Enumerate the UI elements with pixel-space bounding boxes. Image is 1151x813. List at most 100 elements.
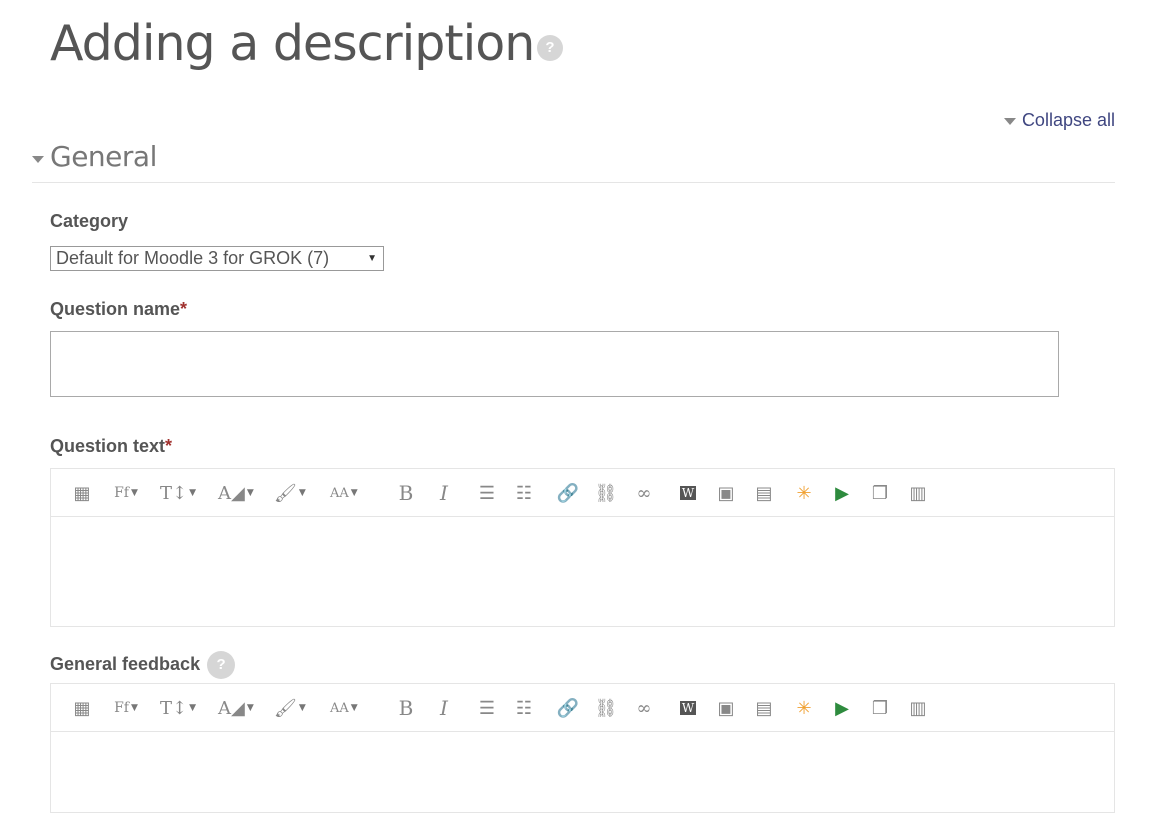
section-title: General xyxy=(50,140,157,173)
auto-link-button[interactable]: ∞ xyxy=(632,481,656,505)
show-more-buttons-icon: ▦ xyxy=(73,697,91,719)
auto-link-button[interactable]: ∞ xyxy=(632,696,656,720)
copy-button[interactable]: ❐ xyxy=(868,481,892,505)
paste-icon: ▥ xyxy=(909,697,927,719)
bold-button[interactable]: B xyxy=(394,696,418,720)
word-button[interactable]: W xyxy=(676,696,700,720)
word-button[interactable]: W xyxy=(676,481,700,505)
text-style-icon: AA xyxy=(330,700,349,716)
general-section-header[interactable]: General xyxy=(32,140,1115,183)
font-color-button[interactable]: A◢ ▼ xyxy=(218,481,254,505)
question-text-toolbar: ▦ Ff ▼ T↕ ▼ A◢ ▼ 🖌 ▼ AA ▼ B I ☰ ☷ 🔗 ⛓ ∞ W ▣ ▤ ✳ ▶ ❐ ▥ xyxy=(51,469,1114,517)
recordrtc-button[interactable]: ▶ xyxy=(830,696,854,720)
chevron-down-icon: ▼ xyxy=(246,703,254,713)
chevron-down-icon: ▼ xyxy=(189,488,197,498)
italic-icon: I xyxy=(440,696,448,720)
help-icon[interactable]: ? xyxy=(537,35,563,61)
recordrtc-button[interactable]: ▶ xyxy=(830,481,854,505)
question-name-input[interactable] xyxy=(50,331,1059,397)
unordered-list-icon: ☰ xyxy=(478,482,496,504)
show-more-buttons-button[interactable]: ▦ xyxy=(70,696,94,720)
link-button[interactable]: 🔗 xyxy=(556,696,580,720)
question-name-label: Question name* xyxy=(50,299,187,320)
link-button[interactable]: 🔗 xyxy=(556,481,580,505)
show-more-buttons-button[interactable]: ▦ xyxy=(70,481,94,505)
general-feedback-editor-area[interactable] xyxy=(51,732,1114,812)
link-icon: 🔗 xyxy=(556,482,580,504)
unlink-button[interactable]: ⛓ xyxy=(594,696,618,720)
unlink-icon: ⛓ xyxy=(594,482,618,504)
italic-button[interactable]: I xyxy=(432,696,456,720)
ordered-list-button[interactable]: ☷ xyxy=(512,696,536,720)
general-feedback-toolbar: ▦ Ff ▼ T↕ ▼ A◢ ▼ 🖌 ▼ AA ▼ B I ☰ ☷ 🔗 ⛓ ∞ W ▣ ▤ ✳ ▶ ❐ ▥ xyxy=(51,684,1114,732)
background-color-icon: 🖌 xyxy=(274,697,297,719)
media-button[interactable]: ▤ xyxy=(752,481,776,505)
image-button[interactable]: ▣ xyxy=(714,481,738,505)
font-family-icon: Ff xyxy=(114,485,129,501)
font-color-icon: A◢ xyxy=(218,697,245,719)
recordrtc-icon: ▶ xyxy=(835,697,849,719)
image-icon: ▣ xyxy=(717,697,735,719)
font-family-button[interactable]: Ff ▼ xyxy=(114,696,138,720)
italic-button[interactable]: I xyxy=(432,481,456,505)
bold-icon: B xyxy=(398,481,414,505)
chevron-down-icon: ▼ xyxy=(189,703,197,713)
general-feedback-label: General feedback ? xyxy=(50,651,236,679)
media-icon: ▤ xyxy=(755,697,773,719)
background-color-button[interactable]: 🖌 ▼ xyxy=(274,696,306,720)
font-size-button[interactable]: T↕ ▼ xyxy=(160,481,196,505)
background-color-button[interactable]: 🖌 ▼ xyxy=(274,481,306,505)
unordered-list-button[interactable]: ☰ xyxy=(475,481,499,505)
question-text-label: Question text* xyxy=(50,436,172,457)
media-button[interactable]: ▤ xyxy=(752,696,776,720)
ordered-list-icon: ☷ xyxy=(515,482,533,504)
media-icon: ▤ xyxy=(755,482,773,504)
required-icon: * xyxy=(165,436,173,456)
text-style-button[interactable]: AA ▼ xyxy=(330,481,358,505)
category-select[interactable]: Default for Moodle 3 for GROK (7) ▼ xyxy=(50,246,384,271)
help-icon[interactable]: ? xyxy=(207,651,236,679)
question-text-editor: ▦ Ff ▼ T↕ ▼ A◢ ▼ 🖌 ▼ AA ▼ B I ☰ ☷ 🔗 ⛓ ∞ W ▣ ▤ ✳ ▶ ❐ ▥ xyxy=(50,468,1115,627)
auto-link-icon: ∞ xyxy=(636,482,652,504)
font-color-icon: A◢ xyxy=(218,482,245,504)
multimedia-button[interactable]: ✳ xyxy=(792,696,816,720)
paste-button[interactable]: ▥ xyxy=(906,481,930,505)
copy-icon: ❐ xyxy=(871,482,889,504)
font-size-icon: T↕ xyxy=(160,482,188,504)
chevron-down-icon: ▼ xyxy=(246,488,254,498)
question-text-editor-area[interactable] xyxy=(51,517,1114,627)
chevron-down-icon xyxy=(32,156,44,163)
word-icon: W xyxy=(679,486,697,500)
word-icon: W xyxy=(679,701,697,715)
image-button[interactable]: ▣ xyxy=(714,696,738,720)
background-color-icon: 🖌 xyxy=(274,482,297,504)
bold-button[interactable]: B xyxy=(394,481,418,505)
category-label: Category xyxy=(50,211,129,231)
multimedia-button[interactable]: ✳ xyxy=(792,481,816,505)
ordered-list-icon: ☷ xyxy=(515,697,533,719)
unlink-button[interactable]: ⛓ xyxy=(594,481,618,505)
chevron-down-icon: ▼ xyxy=(350,703,358,713)
question-name-label-text: Question name xyxy=(50,299,181,319)
font-size-button[interactable]: T↕ ▼ xyxy=(160,696,196,720)
font-family-icon: Ff xyxy=(114,700,129,716)
ordered-list-button[interactable]: ☷ xyxy=(512,481,536,505)
copy-button[interactable]: ❐ xyxy=(868,696,892,720)
unlink-icon: ⛓ xyxy=(594,697,618,719)
auto-link-icon: ∞ xyxy=(636,697,652,719)
general-feedback-editor: ▦ Ff ▼ T↕ ▼ A◢ ▼ 🖌 ▼ AA ▼ B I ☰ ☷ 🔗 ⛓ ∞ W ▣ ▤ ✳ ▶ ❐ ▥ xyxy=(50,683,1115,813)
recordrtc-icon: ▶ xyxy=(835,482,849,504)
italic-icon: I xyxy=(440,481,448,505)
paste-icon: ▥ xyxy=(909,482,927,504)
chevron-down-icon xyxy=(1003,117,1016,125)
multimedia-icon: ✳ xyxy=(796,697,812,719)
text-style-button[interactable]: AA ▼ xyxy=(330,696,358,720)
bold-icon: B xyxy=(398,696,414,720)
chevron-down-icon: ▼ xyxy=(350,488,358,498)
chevron-down-icon: ▼ xyxy=(130,488,138,498)
font-color-button[interactable]: A◢ ▼ xyxy=(218,696,254,720)
paste-button[interactable]: ▥ xyxy=(906,696,930,720)
font-family-button[interactable]: Ff ▼ xyxy=(114,481,138,505)
unordered-list-button[interactable]: ☰ xyxy=(475,696,499,720)
collapse-all-link[interactable]: Collapse all xyxy=(1003,110,1115,131)
